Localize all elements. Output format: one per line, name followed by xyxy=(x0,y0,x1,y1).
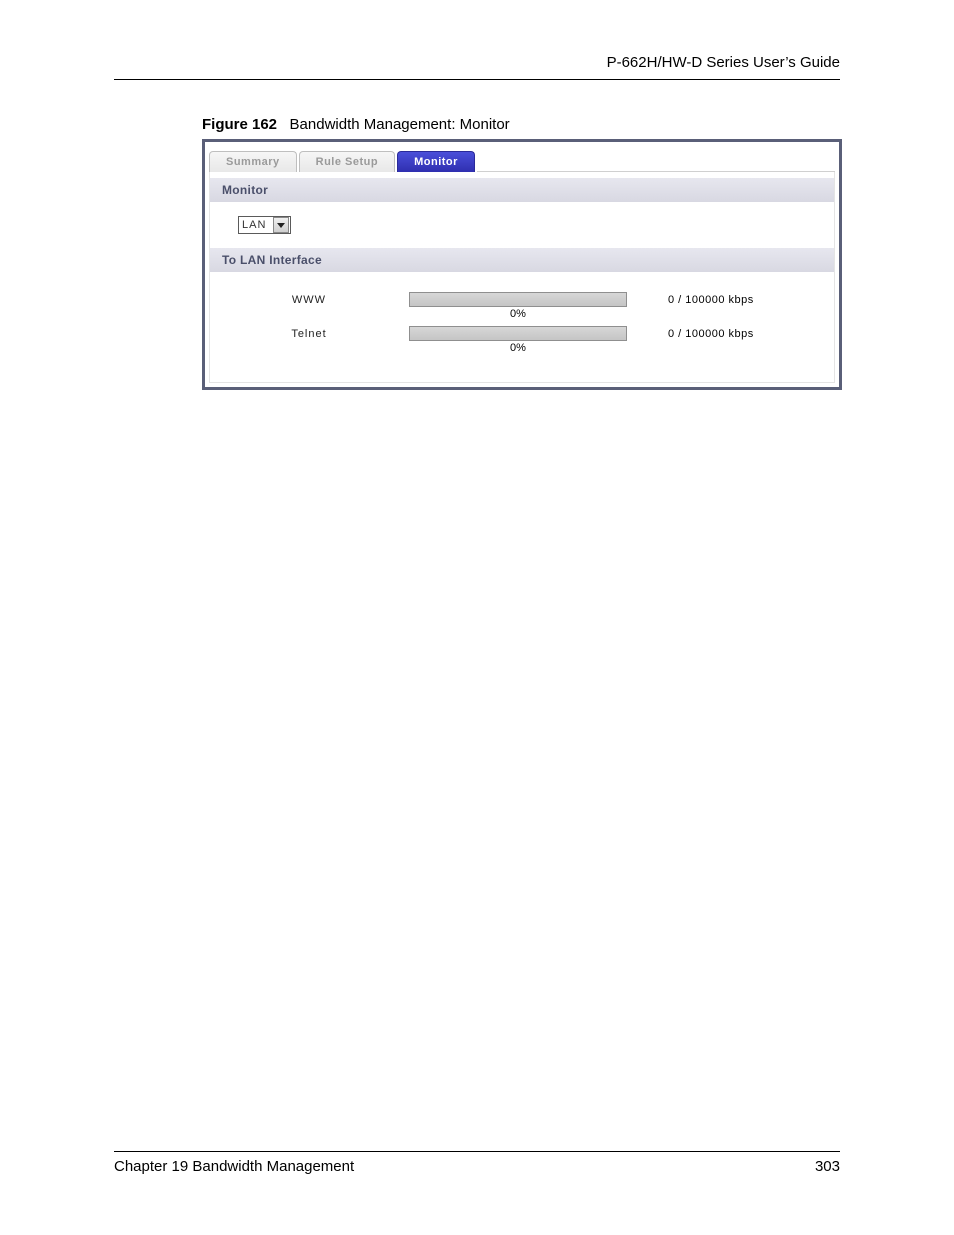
running-header: P-662H/HW-D Series User’s Guide xyxy=(114,54,840,79)
tab-monitor[interactable]: Monitor xyxy=(397,151,475,172)
chevron-down-icon[interactable] xyxy=(273,217,289,233)
usage-bar-col: 0% xyxy=(408,326,628,354)
figure-label: Figure 162 xyxy=(202,116,277,133)
footer-page-number: 303 xyxy=(815,1158,840,1175)
page-footer: Chapter 19 Bandwidth Management 303 xyxy=(114,1151,840,1175)
screenshot-panel: Summary Rule Setup Monitor Monitor LAN T… xyxy=(202,139,842,390)
usage-rate: 0 / 100000 kbps xyxy=(628,292,834,306)
interface-selector-row: LAN xyxy=(210,202,834,248)
figure-caption: Figure 162 Bandwidth Management: Monitor xyxy=(202,116,840,133)
tab-rule-setup[interactable]: Rule Setup xyxy=(299,151,395,172)
interface-select-value: LAN xyxy=(239,219,272,231)
section-interface-title: To LAN Interface xyxy=(210,248,834,272)
usage-bar xyxy=(409,326,627,341)
footer-rule xyxy=(114,1151,840,1152)
tabs-row: Summary Rule Setup Monitor xyxy=(209,146,835,172)
usage-bar xyxy=(409,292,627,307)
footer-chapter: Chapter 19 Bandwidth Management xyxy=(114,1158,354,1175)
interface-select[interactable]: LAN xyxy=(238,216,291,234)
service-label: Telnet xyxy=(210,326,408,340)
panel-body: Monitor LAN To LAN Interface WWW 0% 0 xyxy=(209,172,835,383)
monitor-row: Telnet 0% 0 / 100000 kbps xyxy=(210,320,834,354)
service-label: WWW xyxy=(210,292,408,306)
usage-rate: 0 / 100000 kbps xyxy=(628,326,834,340)
figure-caption-text: Bandwidth Management: Monitor xyxy=(290,116,510,133)
usage-bar-col: 0% xyxy=(408,292,628,320)
usage-percent: 0% xyxy=(408,307,628,320)
usage-percent: 0% xyxy=(408,341,628,354)
tab-summary[interactable]: Summary xyxy=(209,151,297,172)
header-rule xyxy=(114,79,840,80)
section-monitor-title: Monitor xyxy=(210,178,834,202)
tabs-spacer xyxy=(477,171,835,172)
monitor-row: WWW 0% 0 / 100000 kbps xyxy=(210,286,834,320)
